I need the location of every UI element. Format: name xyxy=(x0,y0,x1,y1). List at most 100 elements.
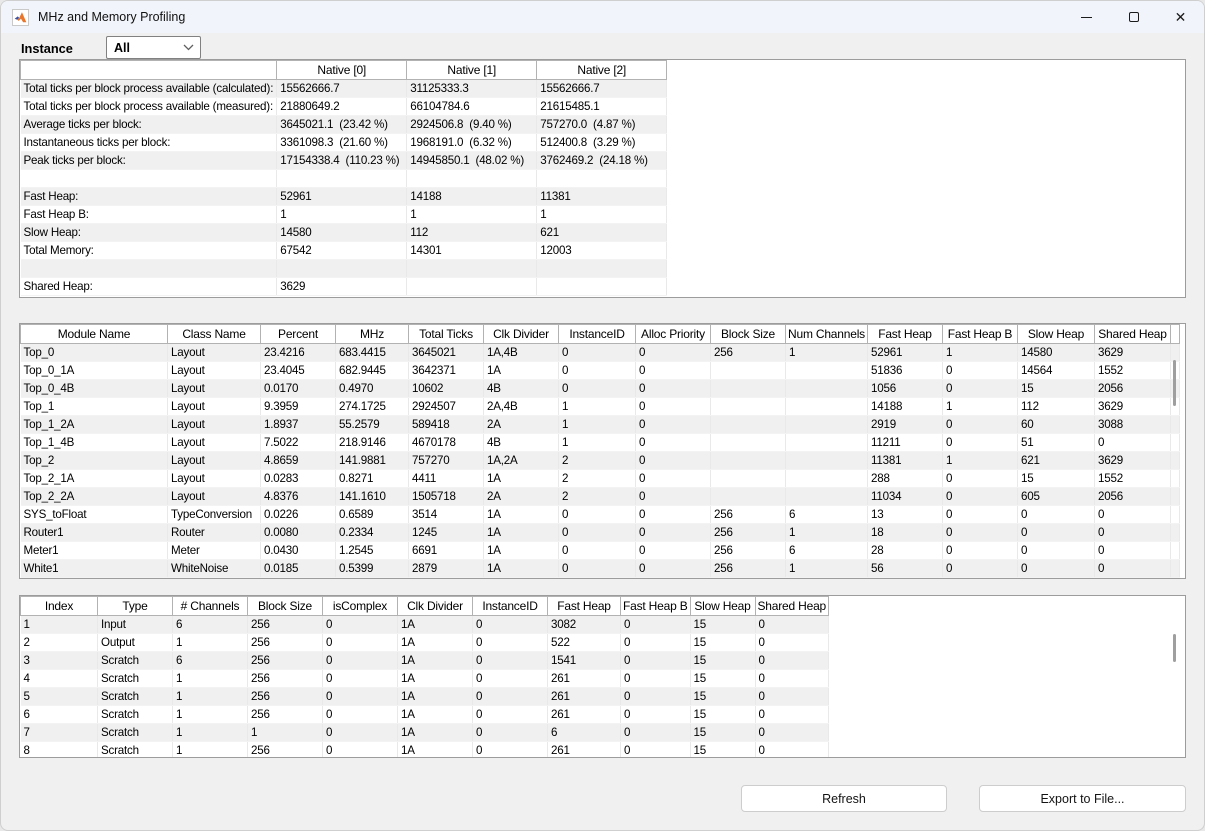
table-row[interactable]: 2Output125601A05220150 xyxy=(21,634,829,652)
table-cell: 3762469.2 (24.18 %) xyxy=(537,152,667,170)
table-cell: 0 xyxy=(621,670,691,688)
table-row[interactable]: Instantaneous ticks per block:3361098.3 … xyxy=(21,134,667,152)
table-row[interactable]: Router1Router0.00800.233412451A002561180… xyxy=(21,524,1180,542)
table-cell xyxy=(407,260,537,278)
column-header: # Channels xyxy=(173,597,248,616)
table-cell: 2919 xyxy=(867,416,942,434)
column-header: Native [1] xyxy=(407,61,537,80)
table-row[interactable] xyxy=(21,170,667,188)
table-cell: 14188 xyxy=(407,188,537,206)
table-row[interactable]: Average ticks per block:3645021.1 (23.42… xyxy=(21,116,667,134)
refresh-button[interactable]: Refresh xyxy=(741,785,947,812)
table-row[interactable]: Top_1_4BLayout7.5022218.914646701784B101… xyxy=(21,434,1180,452)
table-cell: 0 xyxy=(559,344,636,362)
table-cell: 6 xyxy=(21,706,98,724)
table-row[interactable]: 1Input625601A030820150 xyxy=(21,616,829,634)
table-cell: Slow Heap: xyxy=(21,224,277,242)
table-cell: 1541 xyxy=(548,652,621,670)
table-cell: 0 xyxy=(636,542,711,560)
table-cell xyxy=(786,362,868,380)
table-cell: 1505718 xyxy=(409,488,484,506)
table-cell: 4B xyxy=(484,434,559,452)
table-cell: 3 xyxy=(21,652,98,670)
table-cell: 0.2334 xyxy=(336,524,409,542)
table-row[interactable]: Top_0_4BLayout0.01700.4970106024B0010560… xyxy=(21,380,1180,398)
close-button[interactable]: ✕ xyxy=(1157,1,1204,33)
table-cell: 1 xyxy=(786,524,868,542)
table-cell: Layout xyxy=(168,380,261,398)
table-cell: Scratch xyxy=(98,742,173,759)
table-row[interactable]: Top_1_2ALayout1.893755.25795894182A10291… xyxy=(21,416,1180,434)
table-row[interactable]: 3Scratch625601A015410150 xyxy=(21,652,829,670)
table-cell: 0 xyxy=(621,634,691,652)
table-cell: 1A,4B xyxy=(484,344,559,362)
table-cell: 4 xyxy=(21,670,98,688)
column-header: Fast Heap B xyxy=(942,325,1017,344)
table-cell: 0 xyxy=(942,560,1017,578)
table-cell: 0 xyxy=(473,670,548,688)
table-row[interactable]: 4Scratch125601A02610150 xyxy=(21,670,829,688)
table-row[interactable]: White1WhiteNoise0.01850.539928791A002561… xyxy=(21,560,1180,578)
table-cell: 757270.0 (4.87 %) xyxy=(537,116,667,134)
table-cell: 1 xyxy=(248,724,323,742)
table-row[interactable]: SYS_toFloatTypeConversion0.02260.6589351… xyxy=(21,506,1180,524)
table-cell: Top_1_2A xyxy=(21,416,168,434)
table-cell: Top_1_4B xyxy=(21,434,168,452)
table-cell: 1A xyxy=(398,742,473,759)
table-row[interactable]: Top_2_1ALayout0.02830.827144111A20288015… xyxy=(21,470,1180,488)
table-row[interactable] xyxy=(21,260,667,278)
table-row[interactable]: 7Scratch1101A060150 xyxy=(21,724,829,742)
column-header: Total Ticks xyxy=(409,325,484,344)
buffer-table-scrollbar[interactable] xyxy=(1173,634,1176,662)
table-cell: 14580 xyxy=(1017,344,1094,362)
instance-dropdown[interactable]: All xyxy=(106,36,201,59)
table-cell: 256 xyxy=(248,652,323,670)
table-row[interactable]: Top_2Layout4.8659141.98817572701A,2A2011… xyxy=(21,452,1180,470)
table-row[interactable]: Top_1Layout9.3959274.172529245072A,4B101… xyxy=(21,398,1180,416)
table-cell: 4411 xyxy=(409,470,484,488)
table-row[interactable]: Shared Heap:3629 xyxy=(21,278,667,296)
table-cell xyxy=(786,380,868,398)
table-cell xyxy=(1170,344,1179,362)
table-cell: 1 xyxy=(173,634,248,652)
table-row[interactable]: 8Scratch125601A02610150 xyxy=(21,742,829,759)
table-row[interactable]: Top_0Layout23.4216683.441536450211A,4B00… xyxy=(21,344,1180,362)
table-cell: 0.0430 xyxy=(261,542,336,560)
table-cell: Total ticks per block process available … xyxy=(21,80,277,98)
table-cell: 1 xyxy=(559,416,636,434)
maximize-button[interactable] xyxy=(1110,1,1157,33)
table-cell: 1056 xyxy=(867,380,942,398)
table-row[interactable]: Fast Heap B:111 xyxy=(21,206,667,224)
table-cell: Top_0_4B xyxy=(21,380,168,398)
table-cell xyxy=(277,260,407,278)
header-row: IndexType# ChannelsBlock SizeisComplexCl… xyxy=(21,597,829,616)
table-row[interactable]: 5Scratch125601A02610150 xyxy=(21,688,829,706)
export-to-file-button[interactable]: Export to File... xyxy=(979,785,1186,812)
column-header: InstanceID xyxy=(473,597,548,616)
table-cell: 2A xyxy=(484,416,559,434)
table-row[interactable]: Meter1Meter0.04301.254566911A00256628000 xyxy=(21,542,1180,560)
table-cell xyxy=(1170,470,1179,488)
table-row[interactable]: Total Memory:675421430112003 xyxy=(21,242,667,260)
table-cell: 15 xyxy=(690,724,755,742)
table-cell: Layout xyxy=(168,488,261,506)
table-cell: 0.0170 xyxy=(261,380,336,398)
module-table-scrollbar[interactable] xyxy=(1173,360,1176,406)
table-row[interactable]: Peak ticks per block:17154338.4 (110.23 … xyxy=(21,152,667,170)
table-row[interactable]: Top_2_2ALayout4.8376141.161015057182A201… xyxy=(21,488,1180,506)
table-row[interactable]: Top_0_1ALayout23.4045682.944536423711A00… xyxy=(21,362,1180,380)
table-cell: 2A,4B xyxy=(484,398,559,416)
minimize-button[interactable] xyxy=(1063,1,1110,33)
table-row[interactable]: Total ticks per block process available … xyxy=(21,98,667,116)
table-cell: 522 xyxy=(548,634,621,652)
table-cell: 621 xyxy=(537,224,667,242)
table-cell: 1552 xyxy=(1094,362,1170,380)
table-cell: Layout xyxy=(168,362,261,380)
table-row[interactable]: 6Scratch125601A02610150 xyxy=(21,706,829,724)
table-cell: 1A xyxy=(398,706,473,724)
table-cell: 256 xyxy=(248,706,323,724)
table-row[interactable]: Fast Heap:529611418811381 xyxy=(21,188,667,206)
table-row[interactable]: Total ticks per block process available … xyxy=(21,80,667,98)
table-cell: 0 xyxy=(621,724,691,742)
table-row[interactable]: Slow Heap:14580112621 xyxy=(21,224,667,242)
